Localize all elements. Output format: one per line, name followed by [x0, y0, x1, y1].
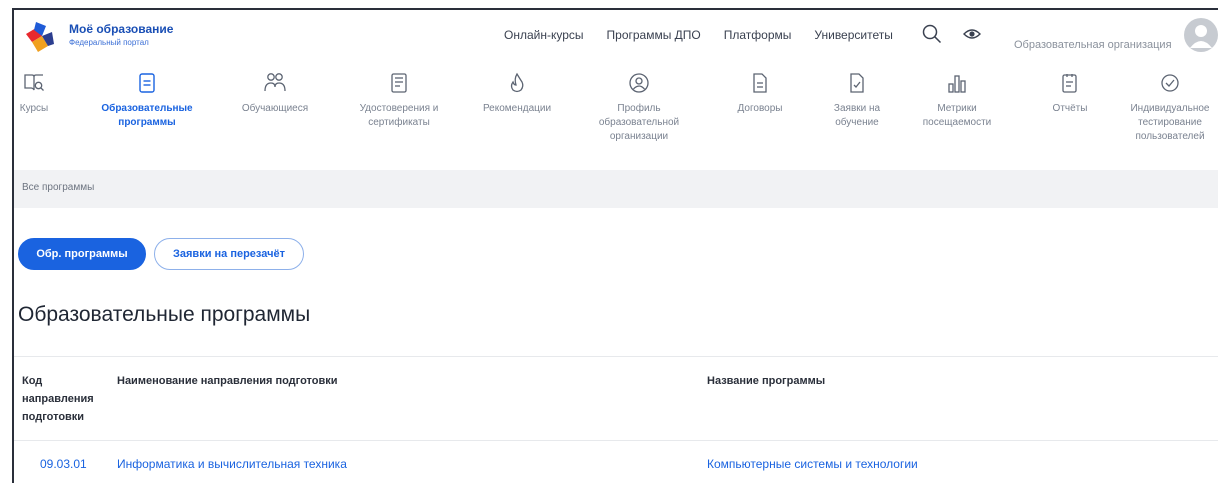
topnav-dpo-programs[interactable]: Программы ДПО	[607, 28, 701, 42]
column-header-code: Код направления подготовки	[22, 375, 94, 423]
topnav-platforms[interactable]: Платформы	[724, 28, 792, 42]
nav-item-reports[interactable]: Отчёты	[1034, 72, 1106, 116]
users-icon	[264, 73, 286, 92]
column-header-direction-name: Наименование направления подготовки	[117, 375, 338, 387]
tab-edu-programs[interactable]: Обр. программы	[18, 238, 146, 270]
user-icon	[1190, 25, 1212, 48]
user-avatar[interactable]	[1184, 18, 1218, 52]
nav-item-students[interactable]: Обучающиеся	[220, 72, 330, 116]
report-icon	[1062, 74, 1077, 93]
top-navigation: Онлайн-курсы Программы ДПО Платформы Уни…	[504, 28, 916, 42]
breadcrumb: Все программы	[14, 170, 1218, 208]
cell-code[interactable]: 09.03.01	[40, 457, 87, 471]
nav-item-contracts[interactable]: Договоры	[720, 72, 800, 116]
nav-label: Договоры	[737, 103, 783, 114]
nav-label: Профиль образовательной организации	[598, 103, 680, 142]
nav-label: Рекомендации	[482, 103, 552, 114]
nav-label: Индивидуальное тестирование пользователе…	[1130, 103, 1210, 142]
eye-icon[interactable]	[963, 27, 981, 41]
top-header: Моё образование Федеральный портал Онлай…	[14, 10, 1218, 60]
table-divider	[14, 440, 1218, 441]
book-search-icon	[24, 74, 44, 91]
certificate-icon	[391, 73, 407, 93]
nav-label: Курсы	[19, 103, 49, 114]
nav-item-courses[interactable]: Курсы	[14, 72, 54, 116]
organization-name[interactable]: Образовательная организация	[1014, 39, 1172, 51]
nav-item-certificates[interactable]: Удостоверения и сертификаты	[344, 72, 454, 130]
nav-label: Образовательные программы	[101, 103, 193, 128]
nav-label: Отчёты	[1052, 103, 1088, 114]
tab-credit-transfer-requests[interactable]: Заявки на перезачёт	[154, 238, 304, 270]
profile-icon	[629, 73, 649, 93]
search-icon[interactable]	[922, 24, 942, 44]
topnav-online-courses[interactable]: Онлайн-курсы	[504, 28, 584, 42]
nav-item-attendance-metrics[interactable]: Метрики посещаемости	[902, 72, 1012, 130]
nav-label: Обучающиеся	[241, 103, 309, 114]
portal-logo[interactable]	[22, 18, 58, 54]
table-divider	[14, 356, 1218, 357]
cell-direction-name[interactable]: Информатика и вычислительная техника	[117, 457, 347, 471]
nav-label: Метрики посещаемости	[922, 103, 992, 128]
contract-icon	[753, 73, 767, 93]
brand-title[interactable]: Моё образование	[69, 22, 173, 36]
nav-item-org-profile[interactable]: Профиль образовательной организации	[584, 72, 694, 144]
page-title: Образовательные программы	[18, 303, 311, 326]
breadcrumb-all-programs[interactable]: Все программы	[22, 182, 94, 193]
bar-chart-icon	[948, 75, 966, 93]
application-icon	[850, 73, 864, 93]
topnav-universities[interactable]: Университеты	[814, 28, 892, 42]
column-header-program-name: Название программы	[707, 375, 826, 387]
flame-icon	[510, 72, 524, 93]
nav-item-individual-testing[interactable]: Индивидуальное тестирование пользователе…	[1122, 72, 1218, 144]
check-circle-icon	[1161, 74, 1179, 92]
section-navigation: Курсы Образовательные программы Обучающи…	[14, 72, 1218, 174]
cell-program-name[interactable]: Компьютерные системы и технологии	[707, 457, 918, 471]
document-icon	[139, 73, 155, 93]
nav-item-applications[interactable]: Заявки на обучение	[814, 72, 900, 130]
brand-subtitle: Федеральный портал	[69, 38, 149, 47]
nav-item-edu-programs[interactable]: Образовательные программы	[92, 72, 202, 130]
app-window: Моё образование Федеральный портал Онлай…	[12, 8, 1218, 483]
nav-item-recommendations[interactable]: Рекомендации	[472, 72, 562, 116]
nav-label: Удостоверения и сертификаты	[359, 103, 439, 128]
nav-label: Заявки на обучение	[833, 103, 881, 128]
